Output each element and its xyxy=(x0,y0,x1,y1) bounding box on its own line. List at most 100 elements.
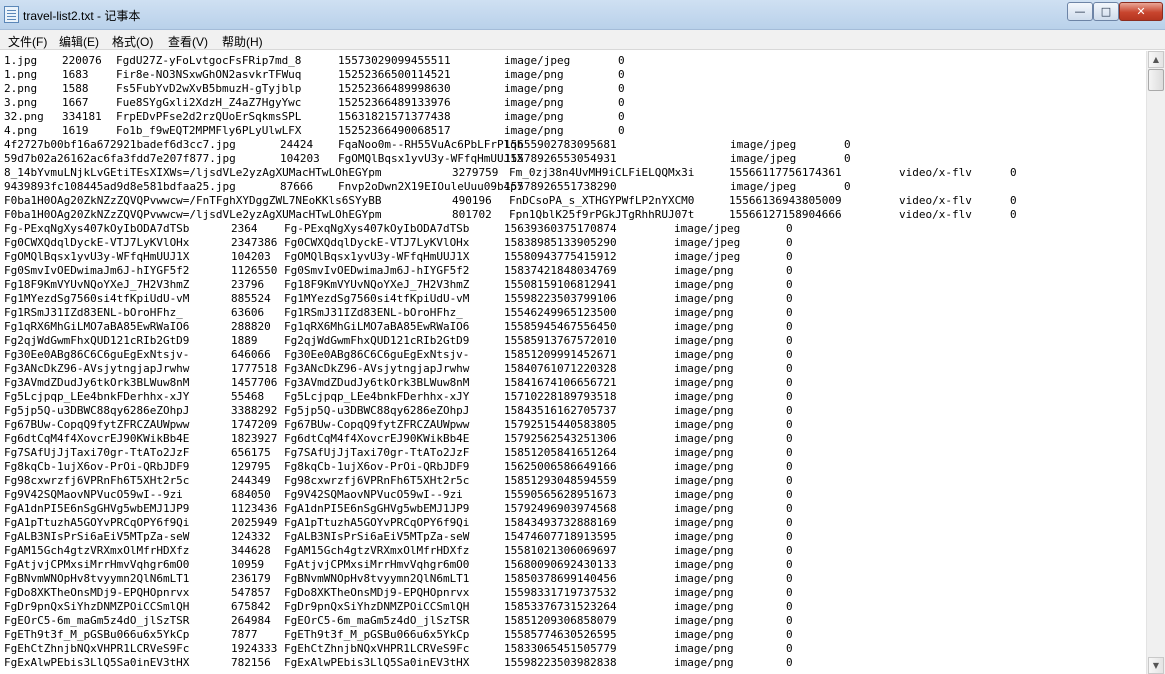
text-cell: 15792515440583805 xyxy=(504,418,617,431)
text-cell: Fnvp2oDwn2X19EIOuleUuu09b4p7 xyxy=(338,180,524,193)
text-cell: 2364 xyxy=(231,222,258,235)
text-cell: FgOMQlBqsx1yvU3y-WFfqHmUUJ1X xyxy=(4,250,190,263)
text-cell: Fg3ANcDkZ96-AVsjytngjapJrwhw xyxy=(4,362,190,375)
text-cell: Fir8e-NO3NSxwGhON2asvkrTFWuq xyxy=(116,68,302,81)
text-cell: image/jpeg xyxy=(504,54,571,67)
text-cell: 8_14bYvmuLNjkLvGEtiTEsXIXWs=/ljsdVLe2yzA… xyxy=(4,166,382,179)
text-cell: image/png xyxy=(504,96,564,109)
text-cell: image/png xyxy=(674,600,734,613)
close-button[interactable]: ✕ xyxy=(1119,2,1163,21)
vertical-scrollbar[interactable]: ▲ ▼ xyxy=(1146,51,1165,674)
text-cell: image/png xyxy=(674,376,734,389)
text-cell: 801702 xyxy=(452,208,492,221)
menu-view[interactable]: 查看(V) xyxy=(168,33,208,50)
text-cell: 0 xyxy=(786,376,793,389)
text-cell: image/png xyxy=(674,432,734,445)
text-cell: 15850378699140456 xyxy=(504,572,617,585)
scroll-thumb[interactable] xyxy=(1148,69,1164,91)
minimize-button[interactable]: — xyxy=(1067,2,1093,21)
text-cell: FgEOrC5-6m_maGm5z4dO_jlSzTSR xyxy=(284,614,470,627)
menu-format[interactable]: 格式(O) xyxy=(112,33,153,50)
text-cell: 15585774630526595 xyxy=(504,628,617,641)
text-cell: 15581021306069697 xyxy=(504,544,617,557)
text-cell: FgOMQlBqsx1yvU3y-WFfqHmUUJ1X xyxy=(284,250,470,263)
text-cell: 0 xyxy=(618,124,625,137)
menu-help[interactable]: 帮助(H) xyxy=(222,33,263,50)
text-cell: FgA1pTtuzhA5GOYvPRCqOPY6f9Qi xyxy=(284,516,470,529)
text-cell: image/png xyxy=(674,278,734,291)
text-cell: 15838985133905290 xyxy=(504,236,617,249)
text-cell: image/png xyxy=(674,642,734,655)
text-cell: 0 xyxy=(786,404,793,417)
text-cell: 10959 xyxy=(231,558,265,571)
text-cell: image/jpeg xyxy=(730,180,797,193)
text-cell: 0 xyxy=(786,320,793,333)
text-cell: Fg98cxwrzfj6VPRnFh6T5XHt2r5c xyxy=(284,474,470,487)
text-cell: Fg9V42SQMaovNPVucO59wI--9zi xyxy=(284,488,463,501)
text-cell: FgDr9pnQxSiYhzDNMZPOiCCSmlQH xyxy=(284,600,470,613)
scroll-down-button[interactable]: ▼ xyxy=(1148,657,1164,674)
text-cell: 0 xyxy=(786,600,793,613)
text-editor[interactable]: 1.jpg 220076 FgdU27Z-yFoLvtgocFsFRip7md_8 1… xyxy=(0,51,1146,674)
text-cell: image/png xyxy=(674,544,734,557)
text-cell: 1588 xyxy=(62,82,89,95)
text-cell: 684050 xyxy=(231,488,271,501)
text-cell: 0 xyxy=(618,96,625,109)
title-bar: travel-list2.txt - 记事本 — □ ✕ xyxy=(0,0,1165,30)
text-cell: Fg18F9KmVYUvNQoYXeJ_7H2V3hmZ xyxy=(4,278,190,291)
text-cell: 24424 xyxy=(280,138,314,151)
text-cell: 15843493732888169 xyxy=(504,516,617,529)
maximize-button[interactable]: □ xyxy=(1093,2,1119,21)
text-cell: 0 xyxy=(786,278,793,291)
menu-edit[interactable]: 编辑(E) xyxy=(59,33,99,50)
text-cell: image/png xyxy=(674,586,734,599)
text-cell: Fg1MYezdSg7560si4tfKpiUdU-vM xyxy=(4,292,190,305)
text-cell: image/png xyxy=(674,628,734,641)
text-cell: 15573029099455511 xyxy=(338,54,451,67)
text-cell: 236179 xyxy=(231,572,271,585)
text-cell: 0 xyxy=(786,656,793,669)
text-cell: Fg0CWXQdqlDyckE-VTJ7LyKVlOHx xyxy=(4,236,190,249)
text-cell: 0 xyxy=(786,502,793,515)
text-cell: 0 xyxy=(844,180,851,193)
text-cell: Fg-PExqNgXys407kOyIbODA7dTSb xyxy=(284,222,470,235)
text-cell: Fg30Ee0ABg86C6C6guEgExNtsjv- xyxy=(284,348,470,361)
text-cell: 0 xyxy=(1010,208,1017,221)
text-cell: 1667 xyxy=(62,96,89,109)
text-cell: Fg5jp5Q-u3DBWC88qy6286eZOhpJ xyxy=(284,404,470,417)
text-cell: image/jpeg xyxy=(674,236,741,249)
text-cell: 15851209991452671 xyxy=(504,348,617,361)
text-cell: Fg6dtCqM4f4XovcrEJ90KWikBb4E xyxy=(4,432,190,445)
text-cell: 15585913767572010 xyxy=(504,334,617,347)
text-cell: 15474607718913595 xyxy=(504,530,617,543)
text-cell: FgA1pTtuzhA5GOYvPRCqOPY6f9Qi xyxy=(4,516,190,529)
text-cell: 334181 xyxy=(62,110,102,123)
text-cell: Fpn1QblK25f9rPGkJTgRhhRUJ07t xyxy=(509,208,695,221)
menu-file[interactable]: 文件(F) xyxy=(8,33,47,50)
text-cell: 15598331719737532 xyxy=(504,586,617,599)
text-cell: image/png xyxy=(674,362,734,375)
text-cell: 1126550 xyxy=(231,264,278,277)
text-cell: FgEOrC5-6m_maGm5z4dO_jlSzTSR xyxy=(4,614,190,627)
text-cell: 490196 xyxy=(452,194,492,207)
text-cell: 1924333 xyxy=(231,642,278,655)
text-cell: image/png xyxy=(674,474,734,487)
text-cell: image/png xyxy=(674,306,734,319)
text-cell: video/x-flv xyxy=(899,166,972,179)
text-cell: 3279759 xyxy=(452,166,499,179)
text-cell: 1.png xyxy=(4,68,38,81)
text-cell: 0 xyxy=(786,474,793,487)
text-cell: image/jpeg xyxy=(730,152,797,165)
text-cell: 104203 xyxy=(231,250,271,263)
text-cell: 0 xyxy=(618,82,625,95)
text-cell: Fg2qjWdGwmFhxQUD121cRIb2GtD9 xyxy=(4,334,190,347)
text-cell: 1747209 xyxy=(231,418,278,431)
text-cell: Fg0SmvIvOEDwimaJm6J-hIYGF5f2 xyxy=(284,264,470,277)
text-cell: 288820 xyxy=(231,320,271,333)
text-cell: Fg3AVmdZDudJy6tkOrk3BLWuw8nM xyxy=(4,376,190,389)
text-cell: 1683 xyxy=(62,68,89,81)
text-cell: image/png xyxy=(674,502,734,515)
scroll-up-button[interactable]: ▲ xyxy=(1148,51,1164,68)
text-cell: 0 xyxy=(786,250,793,263)
window-title: travel-list2.txt - 记事本 xyxy=(23,9,141,23)
